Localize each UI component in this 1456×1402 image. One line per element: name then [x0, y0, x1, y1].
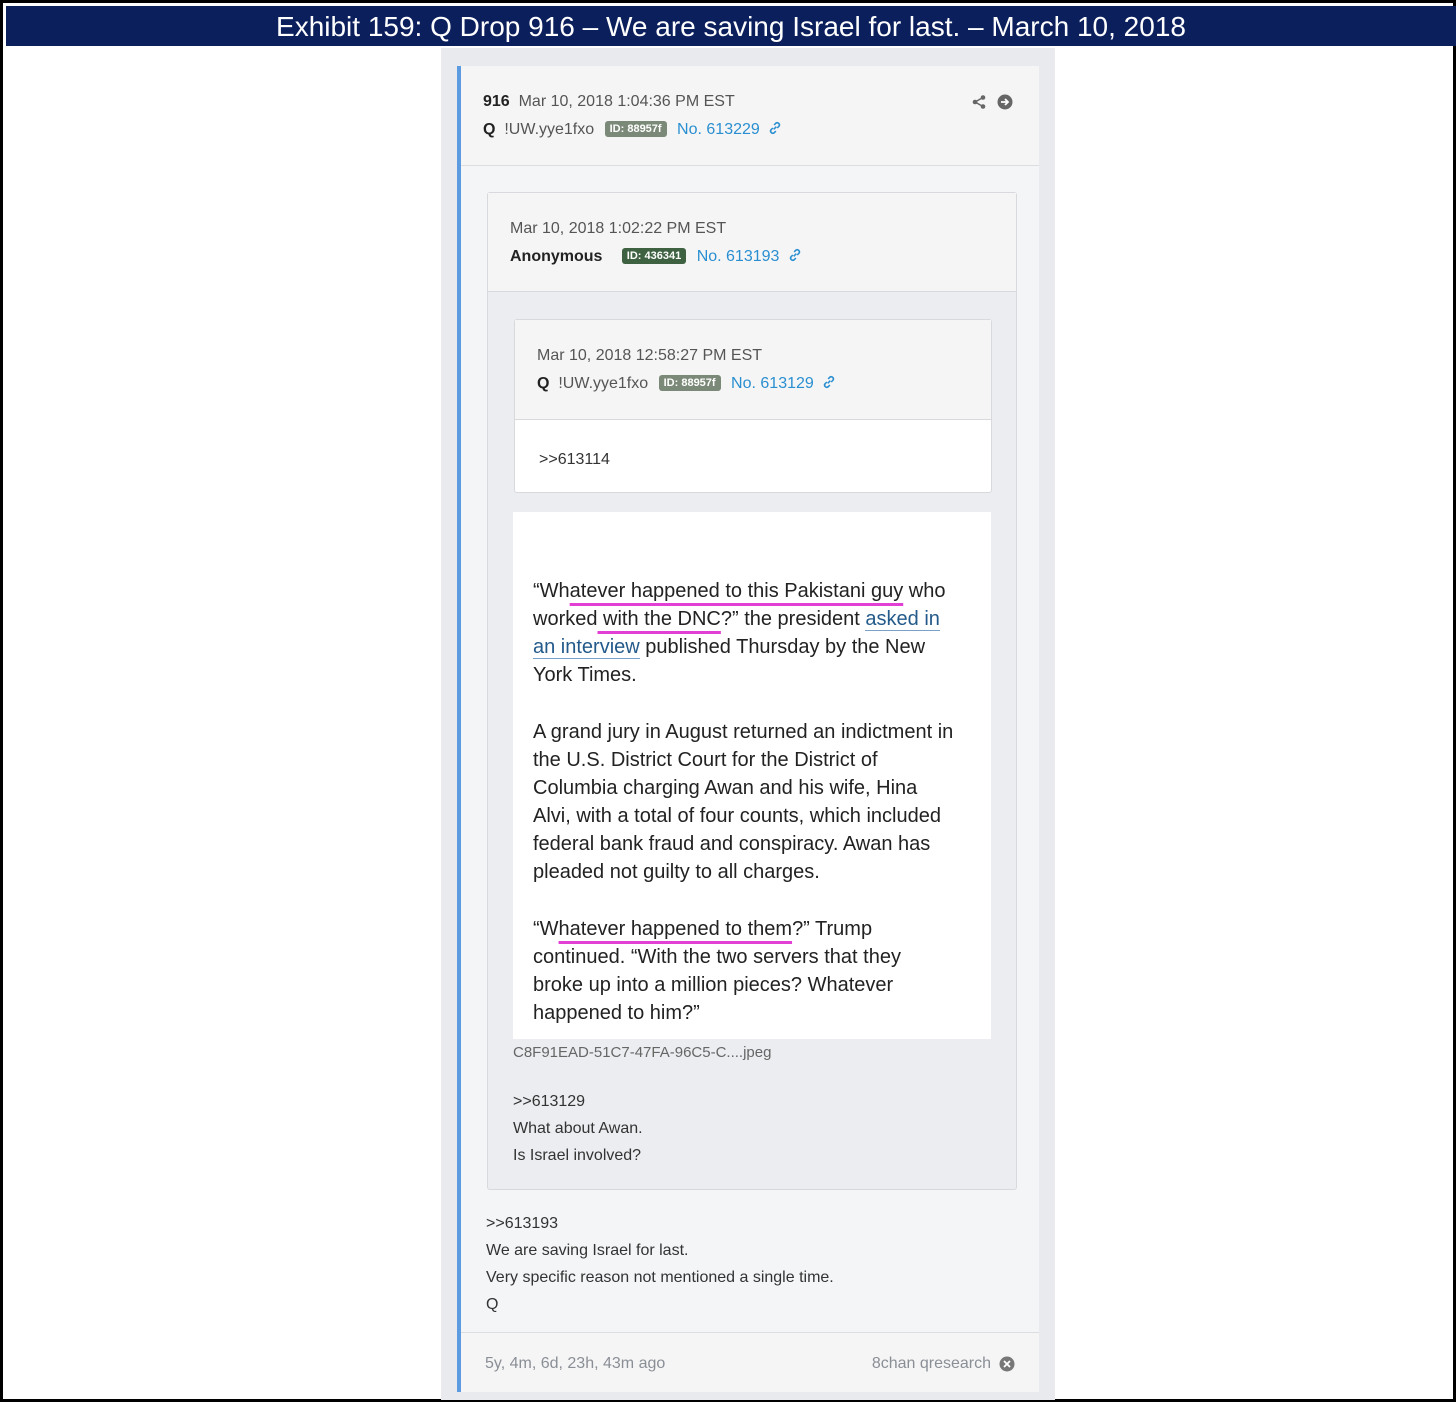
anonymous-post-header: Mar 10, 2018 1:02:22 PM EST Anonymous ID…	[488, 193, 1016, 292]
share-icon[interactable]	[971, 94, 987, 110]
q-post-number-link[interactable]: No. 613129	[731, 375, 814, 392]
q-post-timestamp: Mar 10, 2018 12:58:27 PM EST	[537, 347, 763, 364]
q-drop-post: 916 Mar 10, 2018 1:04:36 PM EST Q !UW.yy…	[457, 66, 1039, 1392]
link-icon[interactable]	[768, 121, 782, 135]
anonymous-post-body: >>613129 What about Awan. Is Israel invo…	[513, 1093, 643, 1164]
arrow-right-circle-icon[interactable]	[997, 94, 1013, 110]
anonymous-post-number-link[interactable]: No. 613193	[697, 248, 780, 265]
drop-post-number-link[interactable]: No. 613229	[677, 121, 760, 138]
quoted-q-post: Mar 10, 2018 12:58:27 PM EST Q !UW.yye1f…	[514, 319, 992, 493]
article-paragraph-2: A grand jury in August returned an indic…	[533, 721, 954, 883]
exhibit-frame: Exhibit 159: Q Drop 916 – We are saving …	[0, 0, 1456, 1402]
close-circle-icon[interactable]	[999, 1356, 1015, 1372]
drop-tripcode: !UW.yye1fxo	[504, 121, 595, 138]
anonymous-id-badge: ID: 436341	[621, 248, 687, 264]
drop-id-badge: ID: 88957f	[604, 121, 667, 137]
link-icon[interactable]	[822, 375, 836, 389]
anonymous-post-timestamp: Mar 10, 2018 1:02:22 PM EST	[510, 220, 727, 237]
article-paragraph-3: “Whatever happened to them?” Trump conti…	[533, 918, 901, 1024]
article-paragraph-1: “Whatever happened to this Pakistani guy…	[533, 580, 946, 686]
drop-timestamp: Mar 10, 2018 1:04:36 PM EST	[518, 93, 735, 110]
drop-footer: 5y, 4m, 6d, 23h, 43m ago 8chan qresearch	[461, 1332, 1039, 1392]
drop-card: 916 Mar 10, 2018 1:04:36 PM EST Q !UW.yy…	[441, 48, 1055, 1400]
article-link-asked-in: asked in	[865, 608, 940, 631]
drop-author: Q	[483, 121, 496, 138]
q-post-id-badge: ID: 88957f	[658, 375, 721, 391]
article-link-interview: an interview	[533, 636, 640, 659]
anonymous-author: Anonymous	[510, 248, 603, 265]
link-icon[interactable]	[788, 248, 802, 262]
exhibit-title: Exhibit 159: Q Drop 916 – We are saving …	[6, 6, 1456, 46]
drop-body: >>613193 We are saving Israel for last. …	[486, 1215, 834, 1313]
article-screenshot-image[interactable]: “Whatever happened to this Pakistani guy…	[513, 512, 991, 1039]
drop-header: 916 Mar 10, 2018 1:04:36 PM EST Q !UW.yy…	[461, 66, 1039, 166]
q-post-tripcode: !UW.yye1fxo	[558, 375, 649, 392]
image-filename-link[interactable]: C8F91EAD-51C7-47FA-96C5-C....jpeg	[513, 1044, 771, 1061]
q-post-body: >>613114	[539, 451, 610, 468]
q-post-author: Q	[537, 375, 550, 392]
q-post-header: Mar 10, 2018 12:58:27 PM EST Q !UW.yye1f…	[515, 320, 991, 420]
quoted-anonymous-post: Mar 10, 2018 1:02:22 PM EST Anonymous ID…	[487, 192, 1017, 1190]
drop-number: 916	[483, 93, 510, 110]
source-label: 8chan qresearch	[871, 1355, 991, 1372]
drop-age: 5y, 4m, 6d, 23h, 43m ago	[485, 1355, 666, 1372]
